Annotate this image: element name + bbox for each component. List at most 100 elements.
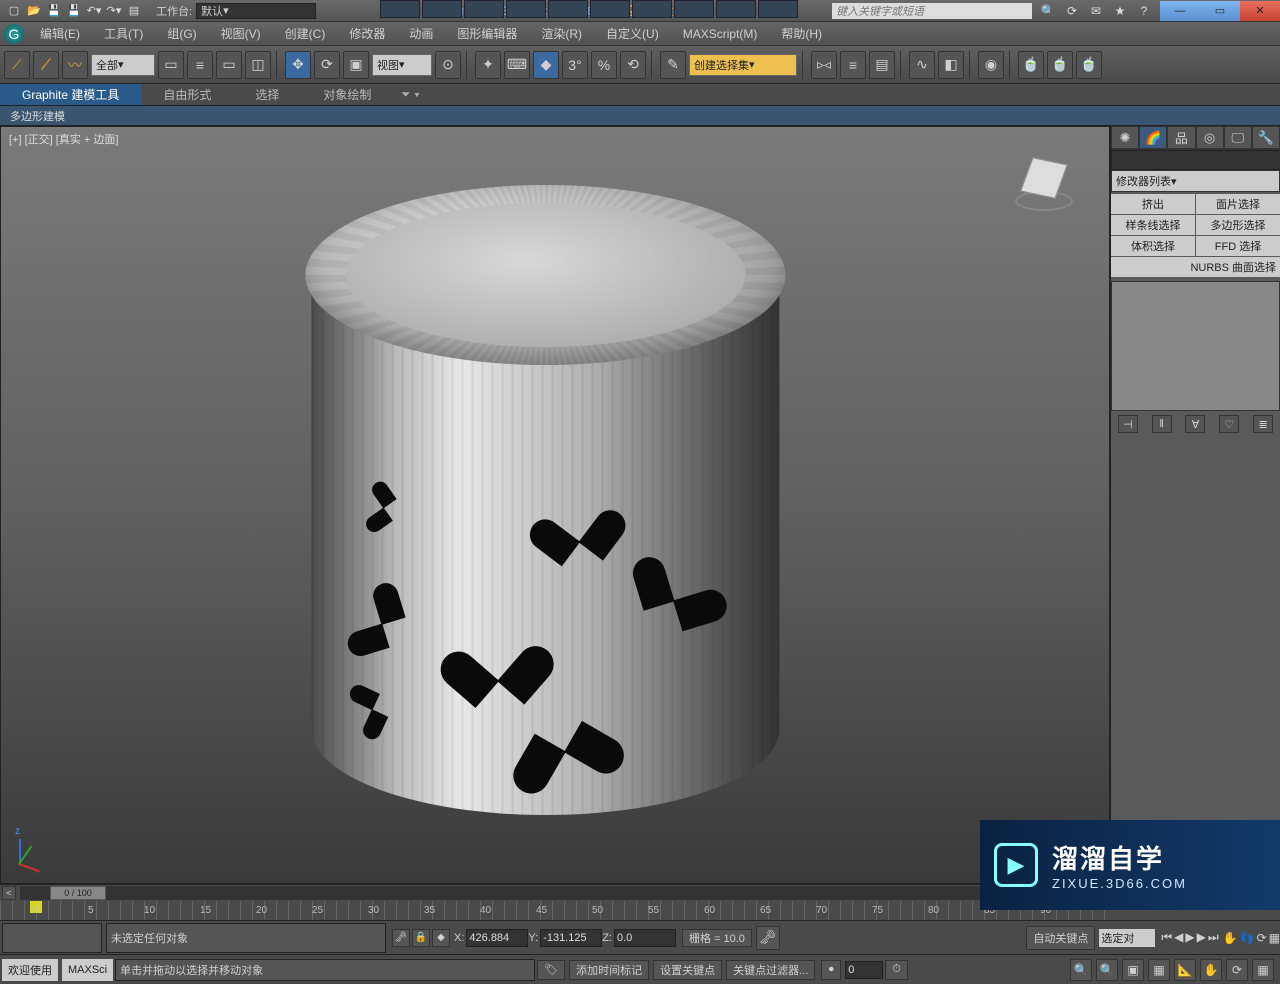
saveas-icon[interactable]: 💾 [66, 3, 82, 19]
schematic-view-button[interactable]: ◧ [938, 51, 964, 79]
z-input[interactable] [614, 929, 676, 947]
modbtn-extrude[interactable]: 挤出 [1111, 194, 1195, 214]
project-icon[interactable]: ▤ [126, 3, 142, 19]
keymode-dd[interactable]: 选定对 [1099, 929, 1155, 947]
goto-end-icon[interactable]: ⏭ [1208, 930, 1219, 945]
select-link-button[interactable]: ⟋ [4, 51, 30, 79]
edit-named-sel-button[interactable]: ✎ [660, 51, 686, 79]
task-thumb[interactable] [758, 0, 798, 18]
menu-views[interactable]: 视图(V) [209, 22, 273, 46]
snap-toggle-button[interactable]: ◆ [533, 51, 559, 79]
create-tab-icon[interactable]: ✺ [1111, 126, 1139, 149]
pin-stack-icon[interactable]: ⊣ [1118, 415, 1138, 433]
selection-lock-icon[interactable]: 🗝 [392, 929, 410, 947]
minimize-button[interactable]: — [1160, 1, 1200, 21]
modbtn-patchselect[interactable]: 面片选择 [1196, 194, 1280, 214]
move-button[interactable]: ✥ [285, 51, 311, 79]
percent-snap-button[interactable]: % [591, 51, 617, 79]
orbit-view-icon[interactable]: ⟳ [1226, 959, 1248, 981]
menu-tools[interactable]: 工具(T) [92, 22, 155, 46]
rotate-button[interactable]: ⟳ [314, 51, 340, 79]
maximize-button[interactable]: ▭ [1200, 1, 1240, 21]
task-thumb[interactable] [506, 0, 546, 18]
task-thumb[interactable] [380, 0, 420, 18]
modbtn-nurbsselect[interactable]: NURBS 曲面选择 [1111, 257, 1280, 277]
orbit-icon[interactable]: ⟳ [1257, 931, 1267, 945]
menu-animation[interactable]: 动画 [397, 22, 445, 46]
ribbon-expander-icon[interactable]: ⏷ ▾ [399, 84, 421, 105]
ribbon-tab-selection[interactable]: 选择 [233, 84, 301, 105]
use-pivot-center-button[interactable]: ⊙ [435, 51, 461, 79]
zoom-icon[interactable]: 🔍 [1070, 959, 1092, 981]
exchange-icon[interactable]: ⟳ [1064, 3, 1080, 19]
selection-filter-dd[interactable]: 全部 ▾ [91, 54, 155, 76]
menu-maxscript[interactable]: MAXScript(M) [671, 22, 770, 46]
close-button[interactable]: ✕ [1240, 1, 1280, 21]
menu-help[interactable]: 帮助(H) [769, 22, 834, 46]
modifier-stack[interactable] [1111, 281, 1280, 411]
y-input[interactable] [540, 929, 602, 947]
modbtn-ffdselect[interactable]: FFD 选择 [1196, 236, 1280, 256]
app-menu-button[interactable]: G [0, 23, 28, 45]
time-tag-icon[interactable]: 🏷 [537, 960, 565, 980]
display-tab-icon[interactable]: 🖵 [1224, 126, 1252, 149]
named-selection-dd[interactable]: 创建选择集 ▾ [689, 54, 797, 76]
task-thumb[interactable] [548, 0, 588, 18]
x-input[interactable] [466, 929, 528, 947]
spinner-snap-button[interactable]: ⟲ [620, 51, 646, 79]
walk-icon[interactable]: 👣 [1240, 931, 1255, 945]
keyboard-shortcut-button[interactable]: ⌨ [504, 51, 530, 79]
zoom-all-icon[interactable]: 🔍 [1096, 959, 1118, 981]
time-config-icon[interactable]: ⏱ [885, 960, 908, 980]
modbtn-splineselect[interactable]: 样条线选择 [1111, 215, 1195, 235]
undo-icon[interactable]: ↶▾ [86, 3, 102, 19]
layer-manager-button[interactable]: ▤ [869, 51, 895, 79]
zoom-extents-icon[interactable]: ▣ [1122, 959, 1144, 981]
add-time-tag-button[interactable]: 添加时间标记 [569, 960, 649, 980]
hierarchy-tab-icon[interactable]: 品 [1167, 126, 1195, 149]
menu-customize[interactable]: 自定义(U) [594, 22, 671, 46]
menu-rendering[interactable]: 渲染(R) [529, 22, 594, 46]
infocenter-search[interactable]: 键入关键字或短语 [832, 3, 1032, 19]
pan-view-icon[interactable]: ✋ [1200, 959, 1222, 981]
viewcube[interactable] [1009, 147, 1079, 217]
play-icon[interactable]: ▶ [1185, 930, 1194, 945]
pan-icon[interactable]: ✋ [1223, 931, 1238, 945]
window-crossing-button[interactable]: ◫ [245, 51, 271, 79]
menu-create[interactable]: 创建(C) [273, 22, 338, 46]
modbtn-polyselect[interactable]: 多边形选择 [1196, 215, 1280, 235]
select-by-name-button[interactable]: ≡ [187, 51, 213, 79]
open-icon[interactable]: 📂 [26, 3, 42, 19]
maximize-viewport-icon[interactable]: ▦ [1269, 931, 1280, 945]
fov-icon[interactable]: 📐 [1174, 959, 1196, 981]
help-icon[interactable]: ? [1136, 3, 1152, 19]
remove-modifier-icon[interactable]: ♡ [1219, 415, 1239, 433]
save-icon[interactable]: 💾 [46, 3, 62, 19]
viewport[interactable]: [+] [正交] [真实 + 边面] z [0, 126, 1110, 884]
utilities-tab-icon[interactable]: 🔧 [1252, 126, 1280, 149]
key-mode-toggle-icon[interactable]: ⏺ [821, 960, 841, 980]
menu-modifiers[interactable]: 修改器 [337, 22, 397, 46]
autokey-button[interactable]: 自动关键点 [1026, 926, 1095, 950]
unlink-button[interactable]: ⟋̸ [33, 51, 59, 79]
make-unique-icon[interactable]: ∀ [1185, 415, 1205, 433]
key-filters-button[interactable]: 关键点过滤器... [726, 960, 815, 980]
absolute-mode-icon[interactable]: 🔒 [412, 929, 430, 947]
configure-sets-icon[interactable]: ≣ [1253, 415, 1273, 433]
viewport-label[interactable]: [+] [正交] [真实 + 边面] [9, 131, 118, 147]
curve-editor-button[interactable]: ∿ [909, 51, 935, 79]
select-object-button[interactable]: ▭ [158, 51, 184, 79]
goto-start-icon[interactable]: ⏮ [1161, 930, 1172, 945]
task-thumb[interactable] [464, 0, 504, 18]
render-setup-button[interactable]: 🍵 [1018, 51, 1044, 79]
maxscript-label[interactable]: MAXSci [62, 959, 113, 981]
task-thumb[interactable] [422, 0, 462, 18]
subscription-icon[interactable]: 🔍 [1040, 3, 1056, 19]
modifier-list-dd[interactable]: 修改器列表 ▾ [1111, 170, 1280, 192]
object-name-input[interactable] [1111, 150, 1280, 170]
ribbon-panel-label[interactable]: 多边形建模 [0, 106, 1280, 126]
render-button[interactable]: 🍵 [1076, 51, 1102, 79]
rendered-frame-button[interactable]: 🍵 [1047, 51, 1073, 79]
slider-prev-icon[interactable]: < [2, 886, 16, 900]
workspace-dropdown[interactable]: 默认 ▾ [196, 3, 316, 19]
